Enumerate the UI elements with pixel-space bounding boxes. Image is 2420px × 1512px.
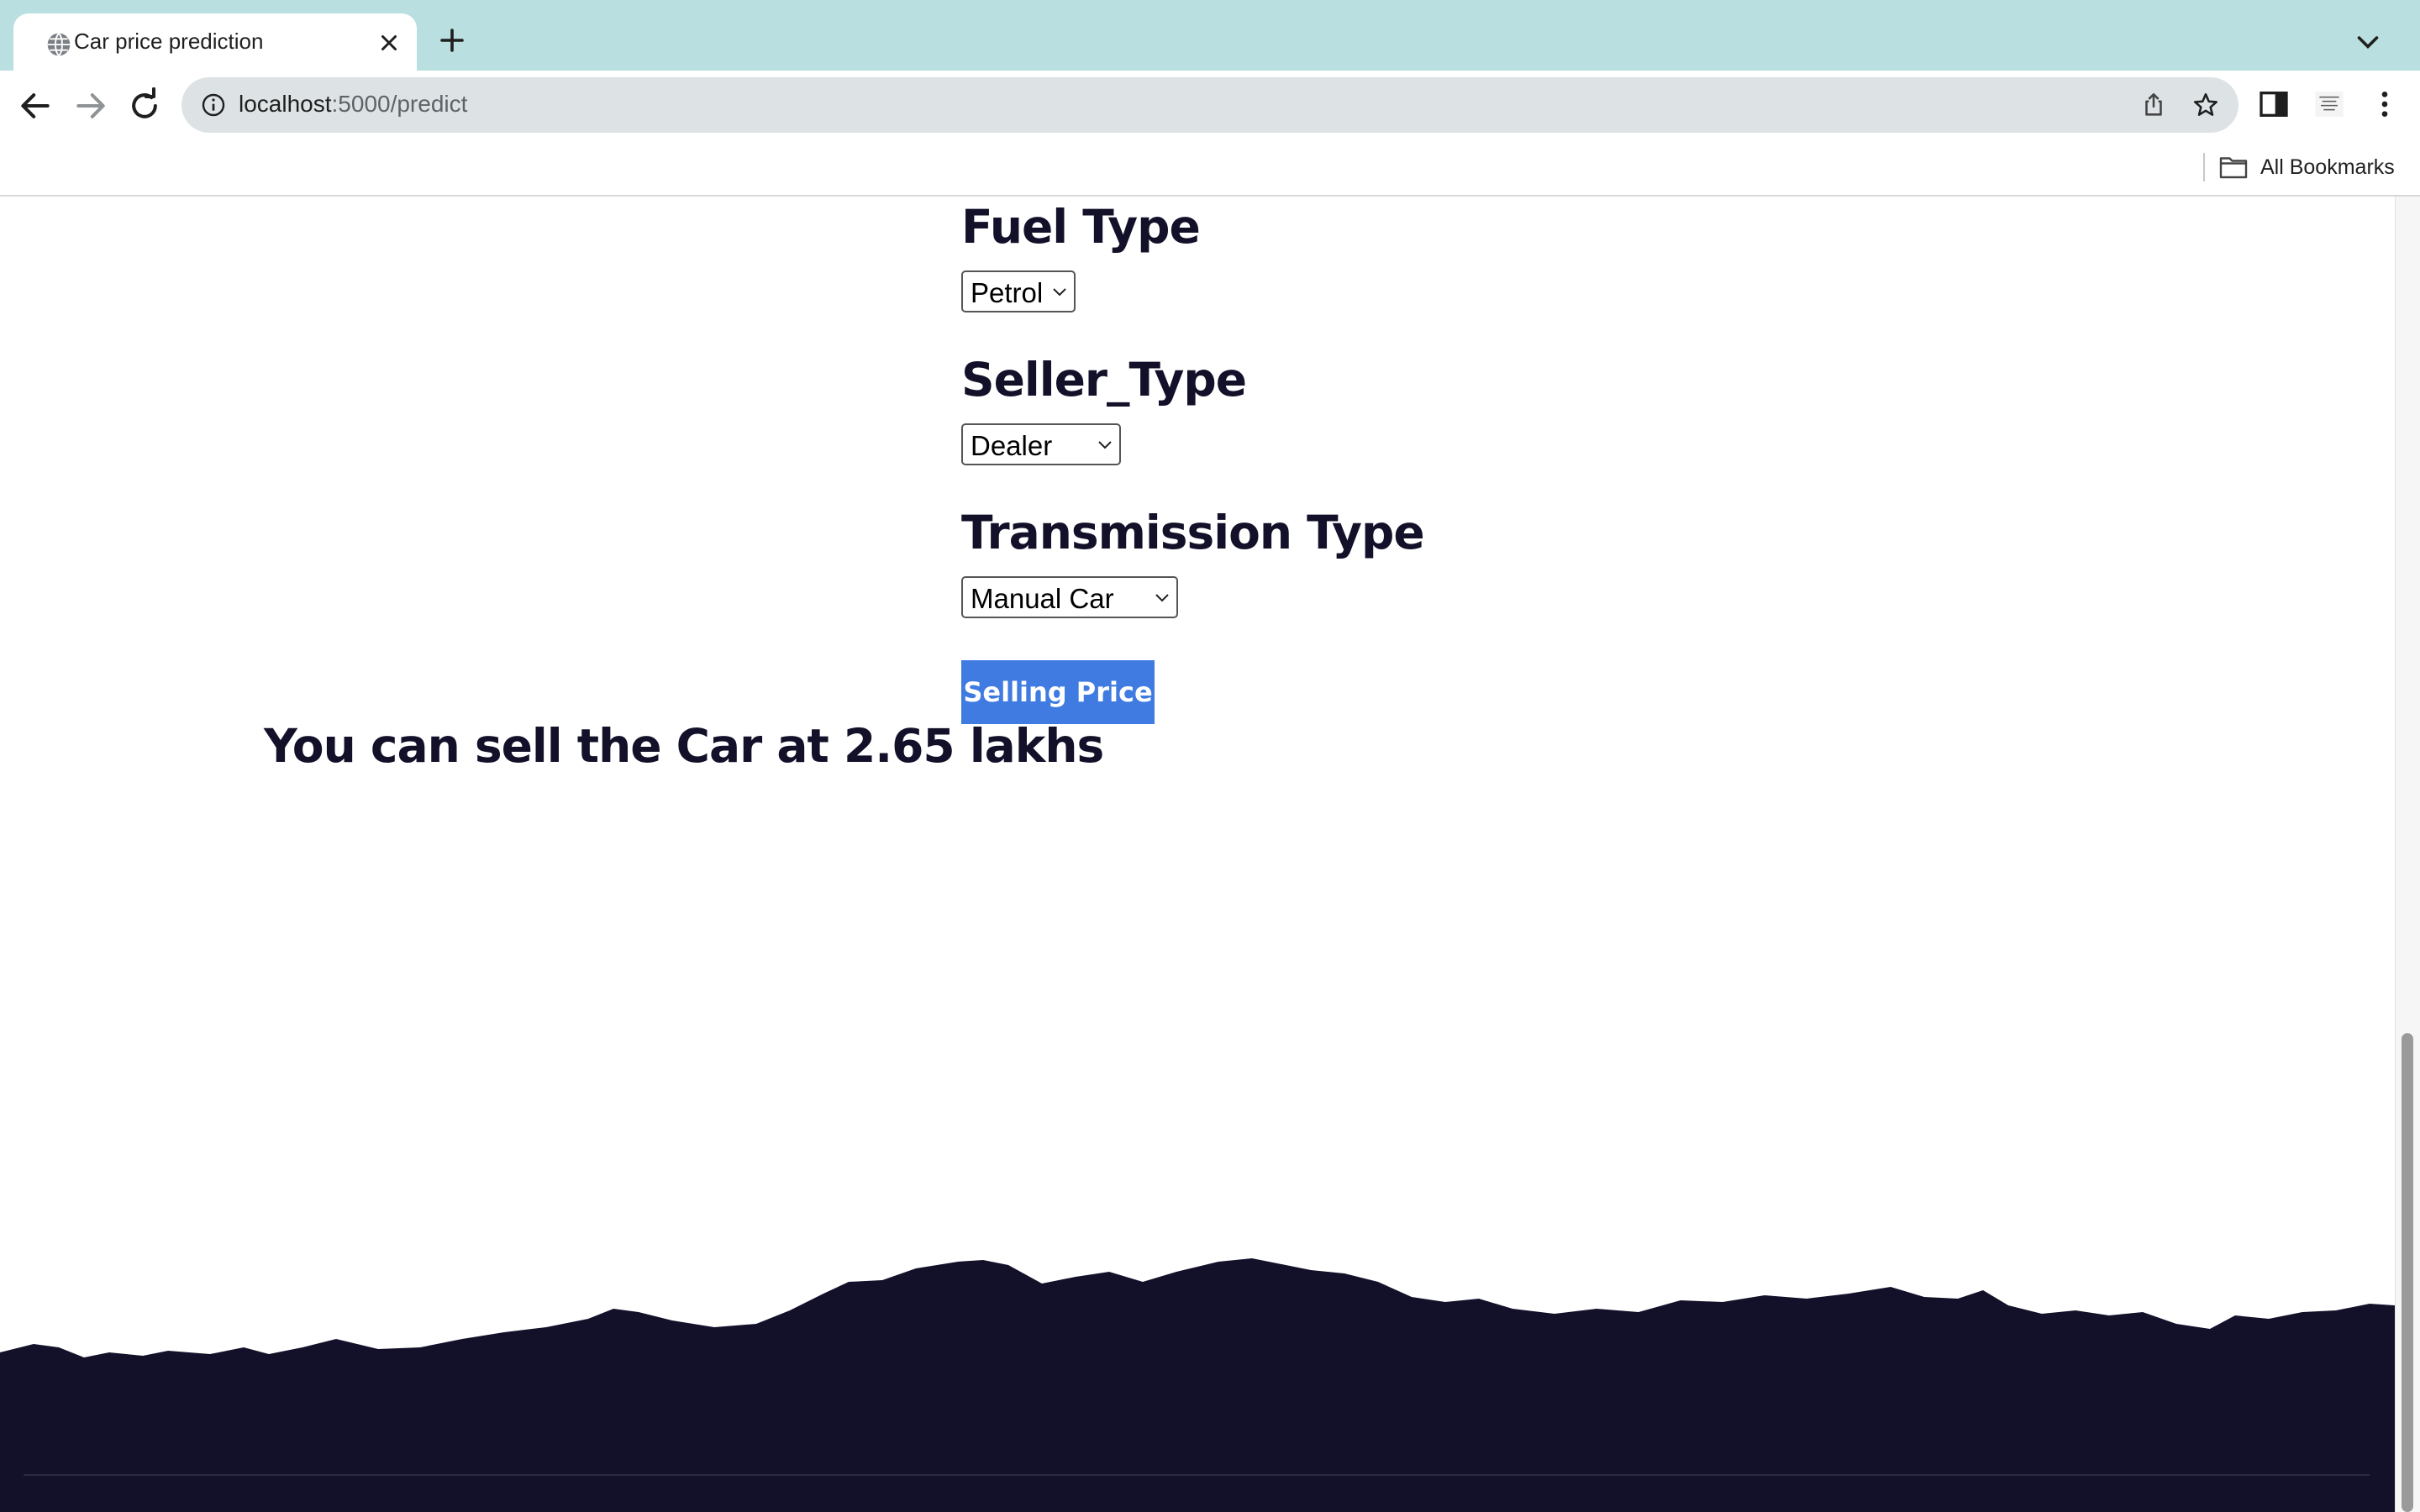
close-tab-icon[interactable] — [376, 30, 402, 55]
seller-type-label: Seller_Type — [961, 353, 1247, 407]
more-menu-icon[interactable] — [2368, 87, 2402, 121]
tab-strip: Car price prediction — [0, 0, 2420, 71]
url-host: localhost — [239, 91, 332, 117]
seller-type-select[interactable]: Dealer — [961, 423, 1121, 465]
prediction-result: You can sell the Car at 2.65 lakhs — [264, 719, 1104, 773]
bookmark-star-icon[interactable] — [2191, 91, 2220, 119]
share-icon[interactable] — [2139, 91, 2168, 119]
tab-search-chevron-icon[interactable] — [2353, 30, 2383, 55]
chevron-down-icon — [1053, 288, 1066, 297]
bookmarks-separator — [2203, 153, 2205, 181]
forward-arrow-icon[interactable] — [72, 87, 109, 124]
chevron-down-icon — [1098, 441, 1112, 449]
new-tab-icon[interactable] — [437, 25, 467, 55]
page-viewport: Fuel Type Petrol Seller_Type Dealer Tran… — [0, 197, 2420, 1512]
back-arrow-icon[interactable] — [17, 87, 54, 124]
reload-icon[interactable] — [126, 87, 163, 124]
side-panel-icon[interactable] — [2257, 87, 2291, 121]
all-bookmarks-link[interactable]: All Bookmarks — [2260, 155, 2395, 180]
profile-avatar-icon[interactable] — [2312, 87, 2346, 121]
seller-type-value: Dealer — [971, 430, 1053, 461]
torn-paper-footer — [0, 1258, 2395, 1512]
url-text[interactable]: localhost:5000/predict — [239, 91, 467, 118]
url-path: :5000/predict — [331, 91, 468, 117]
tab-title: Car price prediction — [74, 29, 264, 54]
site-info-icon[interactable] — [200, 92, 227, 118]
selling-price-button[interactable]: Selling Price — [961, 660, 1155, 724]
bookmarks-bar: All Bookmarks — [0, 139, 2420, 197]
transmission-type-value: Manual Car — [971, 583, 1114, 614]
fuel-type-select[interactable]: Petrol — [961, 270, 1076, 312]
folder-icon[interactable] — [2218, 155, 2249, 180]
browser-tab[interactable]: Car price prediction — [13, 13, 417, 71]
browser-toolbar: localhost:5000/predict — [0, 71, 2420, 139]
transmission-type-label: Transmission Type — [961, 506, 1425, 559]
chevron-down-icon — [1155, 594, 1169, 602]
address-bar[interactable]: localhost:5000/predict — [182, 77, 2238, 133]
scrollbar-thumb[interactable] — [2402, 1033, 2413, 1512]
globe-icon — [47, 33, 71, 56]
fuel-type-label: Fuel Type — [961, 200, 1201, 254]
fuel-type-value: Petrol — [971, 277, 1044, 308]
transmission-type-select[interactable]: Manual Car — [961, 576, 1178, 618]
